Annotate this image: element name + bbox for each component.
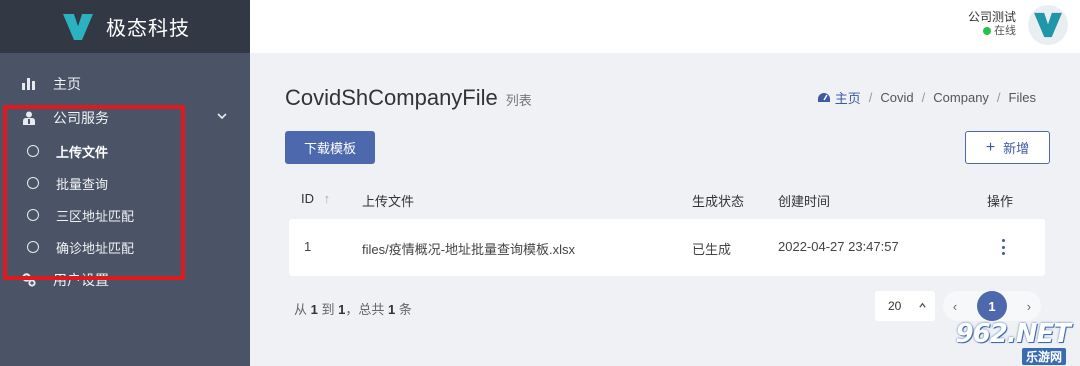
breadcrumb: 主页 / Covid / Company / Files — [817, 88, 1036, 107]
breadcrumb-home[interactable]: 主页 — [817, 88, 861, 107]
circle-icon — [27, 209, 39, 221]
breadcrumb-company[interactable]: Company — [933, 90, 989, 105]
bar-chart-icon — [22, 77, 36, 91]
breadcrumb-separator: / — [996, 90, 1001, 105]
breadcrumb-home-label: 主页 — [834, 91, 861, 106]
watermark-sub: 乐游网 — [1021, 348, 1066, 365]
next-page-button[interactable]: › — [1027, 299, 1031, 314]
download-template-button[interactable]: 下载模板 — [285, 131, 375, 164]
chevron-down-icon — [217, 113, 227, 120]
page-title: CovidShCompanyFile 列表 — [285, 85, 532, 111]
sidebar-item-label: 公司服务 — [53, 110, 109, 126]
summary-total-label: ，总共 — [345, 302, 385, 317]
summary-prefix: 从 — [294, 302, 308, 317]
user-tie-icon — [22, 111, 36, 125]
user-info[interactable]: 公司测试 在线 — [968, 10, 1016, 38]
brand[interactable]: 极态科技 — [0, 0, 250, 53]
brand-logo-icon — [63, 13, 93, 40]
page-button-current[interactable]: 1 — [976, 291, 1007, 321]
chevron-up-icon — [919, 302, 926, 308]
sidebar-item-company-service[interactable]: 公司服务 — [0, 101, 250, 135]
cell-created: 2022-04-27 23:47:57 — [778, 239, 899, 254]
sidebar-item-label: 主页 — [53, 76, 81, 92]
submenu-item-label: 确诊地址匹配 — [56, 240, 135, 256]
add-button[interactable]: + 新增 — [965, 131, 1050, 164]
page-size-select[interactable]: 20 — [875, 291, 935, 321]
user-status: 在线 — [968, 24, 1016, 38]
prev-page-button[interactable]: ‹ — [953, 299, 957, 314]
pagination: ‹ 1 › — [943, 291, 1041, 321]
column-header-file: 上传文件 — [362, 194, 415, 209]
breadcrumb-files: Files — [1008, 90, 1036, 105]
sidebar: 极态科技 主页 公司服务 上传文件 批量查询 三区地址匹配 确诊地址匹配 用户设… — [0, 0, 250, 366]
submenu-item-label: 批量查询 — [56, 176, 109, 192]
summary-unit: 条 — [398, 302, 412, 317]
gears-icon — [22, 273, 36, 287]
submenu-item-zone-match[interactable]: 三区地址匹配 — [0, 199, 250, 231]
avatar[interactable] — [1028, 5, 1068, 45]
summary-total: 1 — [388, 302, 396, 317]
circle-icon — [27, 241, 39, 253]
sidebar-item-label: 用户设置 — [53, 272, 109, 288]
watermark-text: 962.NET — [955, 319, 1071, 349]
watermark: 962.NET 乐游网 — [938, 318, 1076, 365]
summary-to-label: 到 — [321, 302, 335, 317]
cell-status: 已生成 — [692, 242, 732, 257]
pagination-summary: 从 1 到 1，总共 1 条 — [294, 299, 412, 318]
plus-icon: + — [985, 138, 996, 156]
sidebar-item-user-settings[interactable]: 用户设置 — [0, 263, 250, 297]
circle-icon — [27, 177, 39, 189]
submenu-item-label: 上传文件 — [56, 144, 109, 160]
column-header-actions: 操作 — [987, 194, 1014, 209]
breadcrumb-separator: / — [868, 90, 873, 105]
page-size-value: 20 — [888, 299, 902, 313]
topbar: 公司测试 在线 — [250, 0, 1080, 53]
column-header-status: 生成状态 — [692, 194, 745, 209]
table-row[interactable]: 1 files/疫情概况-地址批量查询模板.xlsx 已生成 2022-04-2… — [289, 219, 1045, 276]
breadcrumb-separator: / — [921, 90, 926, 105]
user-name: 公司测试 — [967, 10, 1016, 24]
dashboard-icon — [817, 92, 830, 102]
column-header-id-label: ID — [301, 191, 314, 206]
breadcrumb-covid[interactable]: Covid — [880, 90, 913, 105]
column-header-id[interactable]: ID ↑ — [301, 191, 330, 206]
page-title-text: CovidShCompanyFile — [285, 85, 498, 110]
cell-id: 1 — [304, 239, 312, 254]
table-header: ID ↑ 上传文件 生成状态 创建时间 操作 — [285, 182, 1050, 216]
user-status-label: 在线 — [994, 25, 1016, 37]
cell-file[interactable]: files/疫情概况-地址批量查询模板.xlsx — [362, 239, 575, 258]
page-subtitle: 列表 — [505, 93, 532, 108]
column-header-created: 创建时间 — [778, 194, 831, 209]
submenu-item-upload[interactable]: 上传文件 — [0, 135, 250, 167]
submenu-item-batch-query[interactable]: 批量查询 — [0, 167, 250, 199]
add-button-label: 新增 — [1003, 141, 1030, 156]
circle-icon — [27, 145, 39, 157]
summary-from: 1 — [310, 302, 318, 317]
sidebar-item-home[interactable]: 主页 — [0, 67, 250, 101]
company-service-submenu: 上传文件 批量查询 三区地址匹配 确诊地址匹配 — [0, 135, 250, 263]
sort-arrow-icon: ↑ — [323, 191, 331, 206]
brand-name: 极态科技 — [106, 18, 190, 40]
online-dot-icon — [983, 27, 991, 35]
submenu-item-confirmed-match[interactable]: 确诊地址匹配 — [0, 231, 250, 263]
row-actions-kebab-icon[interactable] — [1001, 239, 1005, 255]
avatar-logo-icon — [1034, 12, 1062, 38]
sidebar-menu: 主页 公司服务 上传文件 批量查询 三区地址匹配 确诊地址匹配 用户设置 — [0, 53, 250, 297]
submenu-item-label: 三区地址匹配 — [56, 208, 135, 224]
